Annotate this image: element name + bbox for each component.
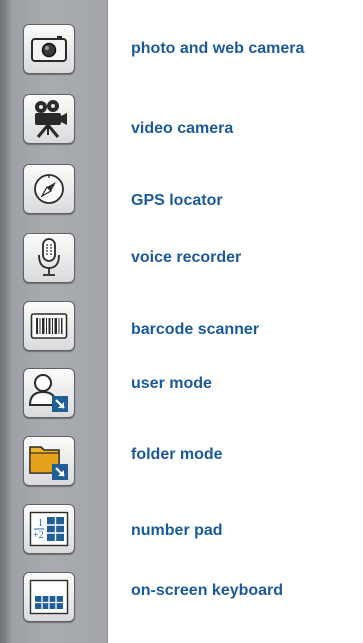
keyboard-label: on-screen keyboard xyxy=(131,582,284,599)
barcode-scanner-label: barcode scanner xyxy=(131,321,260,338)
gps-button[interactable] xyxy=(23,164,75,214)
tool-row-video: video camera xyxy=(0,94,363,150)
number-pad-button[interactable]: 1 +2 xyxy=(23,504,75,554)
tool-row-barcode: barcode scanner xyxy=(0,301,363,357)
folder-mode-icon xyxy=(27,439,71,483)
keyboard-icon xyxy=(29,579,69,615)
compass-icon xyxy=(32,172,66,206)
folder-mode-label: folder mode xyxy=(131,446,223,463)
gps-label: GPS locator xyxy=(131,192,223,209)
folder-mode-button[interactable] xyxy=(23,436,75,486)
user-mode-button[interactable] xyxy=(23,368,75,418)
tool-row-numpad: 1 +2 number pad xyxy=(0,504,363,560)
tool-legend: photo and web camera video camera GPS lo… xyxy=(0,0,363,643)
video-camera-button[interactable] xyxy=(23,94,75,144)
camera-icon xyxy=(30,35,68,63)
microphone-icon xyxy=(35,237,63,279)
camera-label: photo and web camera xyxy=(131,40,305,57)
number-pad-label: number pad xyxy=(131,522,223,539)
tool-row-gps: GPS locator xyxy=(0,164,363,220)
tool-row-keyboard: on-screen keyboard xyxy=(0,572,363,628)
voice-recorder-label: voice recorder xyxy=(131,249,242,266)
tool-row-folder: folder mode xyxy=(0,436,363,492)
barcode-scanner-button[interactable] xyxy=(23,301,75,351)
user-mode-label: user mode xyxy=(131,375,212,392)
tool-row-user: user mode xyxy=(0,368,363,424)
keyboard-button[interactable] xyxy=(23,572,75,622)
number-pad-icon: 1 +2 xyxy=(29,511,69,547)
user-mode-icon xyxy=(27,371,71,415)
tool-row-voice: voice recorder xyxy=(0,233,363,289)
svg-text:+2: +2 xyxy=(33,530,44,541)
camera-button[interactable] xyxy=(23,24,75,74)
tool-row-camera: photo and web camera xyxy=(0,24,363,80)
svg-text:1: 1 xyxy=(38,518,43,529)
barcode-icon xyxy=(30,312,68,340)
video-camera-label: video camera xyxy=(131,120,234,137)
movie-camera-icon xyxy=(30,99,68,139)
voice-recorder-button[interactable] xyxy=(23,233,75,283)
